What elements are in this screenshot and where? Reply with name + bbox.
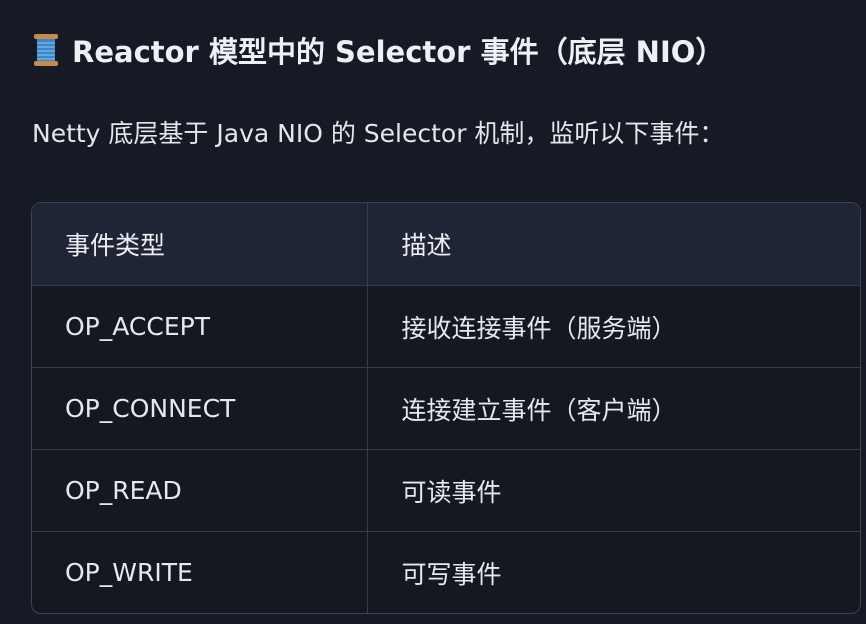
description-cell: 可写事件 (401, 559, 502, 589)
event-type-cell: OP_CONNECT (32, 367, 368, 450)
events-table-container: 事件类型 描述 OP_ACCEPT 接收连接事件（服务端） OP_CONNECT… (31, 202, 861, 614)
description-cell: 接收连接事件（服务端） (367, 285, 860, 368)
section-heading: Reactor 模型中的 Selector 事件（底层 NIO） (32, 28, 724, 72)
column-header-event-type: 事件类型 (32, 203, 368, 286)
description-cell: 可读事件 (367, 449, 860, 532)
column-header-description: 描述 (367, 203, 860, 286)
table-row: OP_READ 可读事件 (32, 449, 860, 532)
table-row: OP_WRITE 可写事件 (32, 531, 860, 613)
event-type-cell: OP_READ (32, 449, 368, 532)
table-header-row: 事件类型 描述 (32, 203, 860, 286)
events-table: 事件类型 描述 OP_ACCEPT 接收连接事件（服务端） OP_CONNECT… (32, 203, 860, 613)
event-type-cell: OP_WRITE (32, 531, 368, 613)
intro-paragraph: Netty 底层基于 Java NIO 的 Selector 机制，监听以下事件… (32, 119, 725, 148)
table-row: OP_CONNECT 连接建立事件（客户端） (32, 367, 860, 450)
heading-text: Reactor 模型中的 Selector 事件（底层 NIO） (72, 35, 725, 69)
thread-spool-icon (32, 33, 60, 67)
event-type-cell: OP_ACCEPT (32, 285, 368, 368)
description-cell: 连接建立事件（客户端） (367, 367, 860, 450)
table-row: OP_ACCEPT 接收连接事件（服务端） (32, 285, 860, 368)
